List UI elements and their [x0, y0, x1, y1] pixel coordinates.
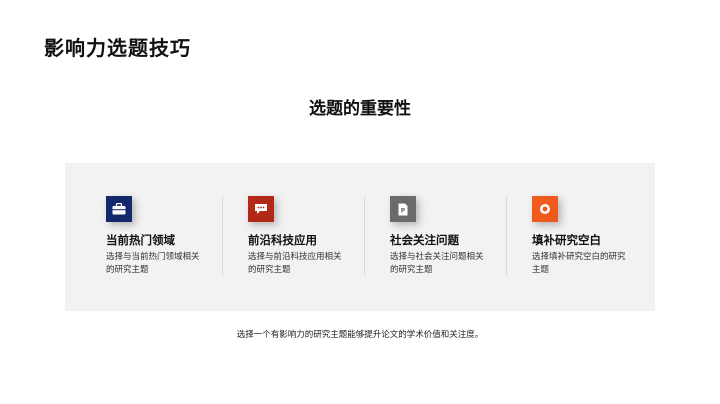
chat-bubble-icon: [248, 196, 274, 222]
card-research-gap: 填补研究空白 选择填补研究空白的研究主题: [532, 163, 674, 311]
topic-panel: 当前热门领域 选择与当前热门领域相关的研究主题 前沿科技应用 选择与前沿科技应用…: [65, 163, 655, 311]
footer-note: 选择一个有影响力的研究主题能够提升论文的学术价值和关注度。: [236, 330, 484, 340]
slide-title: 影响力选题技巧: [44, 36, 191, 60]
svg-text:P: P: [401, 207, 406, 214]
card-frontier-tech: 前沿科技应用 选择与前沿科技应用相关的研究主题: [248, 163, 390, 311]
card-divider: [364, 196, 365, 276]
card-social-issues: P 社会关注问题 选择与社会关注问题相关的研究主题: [390, 163, 532, 311]
card-description: 选择与前沿科技应用相关的研究主题: [248, 252, 342, 275]
card-label: 社会关注问题: [390, 233, 459, 247]
target-icon: [532, 196, 558, 222]
card-description: 选择与当前热门领域相关的研究主题: [106, 252, 200, 275]
card-label: 填补研究空白: [532, 233, 601, 247]
briefcase-icon: [106, 196, 132, 222]
card-label: 当前热门领域: [106, 233, 175, 247]
section-title: 选题的重要性: [309, 99, 411, 119]
card-divider: [222, 196, 223, 276]
card-label: 前沿科技应用: [248, 233, 317, 247]
card-divider: [506, 196, 507, 276]
document-icon: P: [390, 196, 416, 222]
card-description: 选择填补研究空白的研究主题: [532, 252, 626, 275]
card-hot-field: 当前热门领域 选择与当前热门领域相关的研究主题: [106, 163, 248, 311]
card-description: 选择与社会关注问题相关的研究主题: [390, 252, 484, 275]
